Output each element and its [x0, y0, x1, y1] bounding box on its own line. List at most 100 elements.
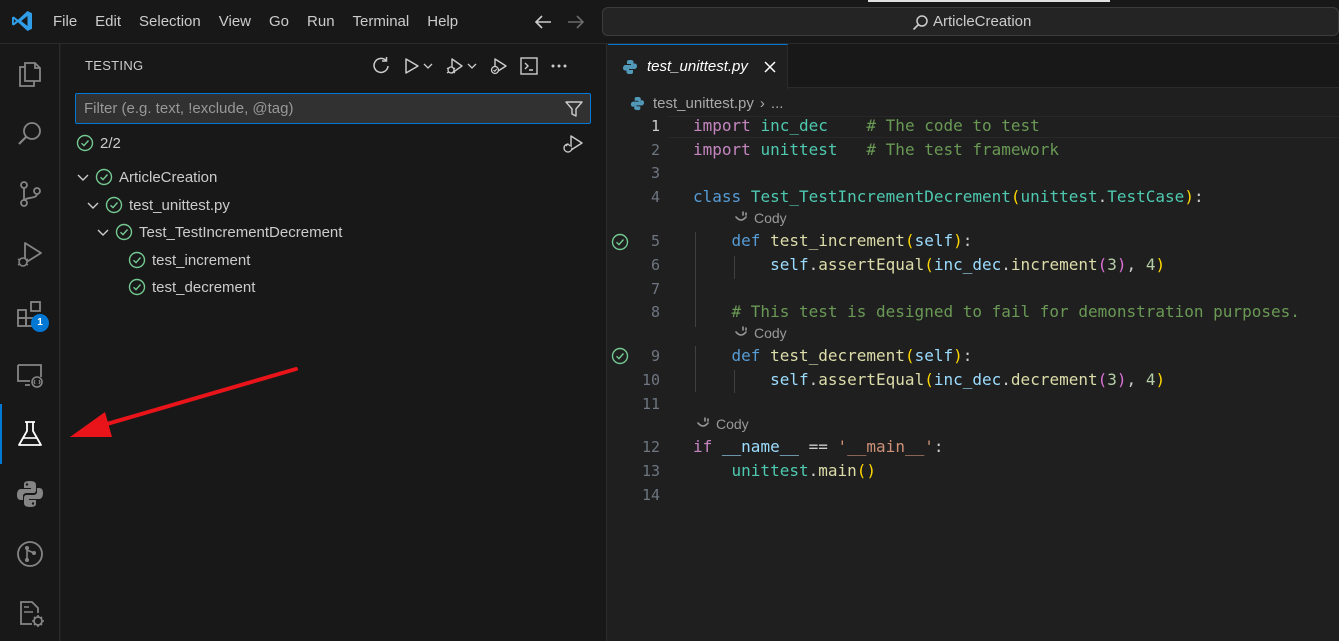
debug-run-icon [446, 58, 463, 74]
menu-help[interactable]: Help [418, 0, 467, 44]
code-token: inc_dec [933, 370, 1002, 389]
forward-arrow-icon[interactable] [564, 10, 588, 34]
source-control-button[interactable] [0, 164, 60, 224]
menu-edit[interactable]: Edit [86, 0, 130, 44]
codelens-label: Cody [716, 416, 749, 432]
cody-codelens[interactable]: Cody [733, 325, 787, 341]
code-line-8[interactable]: # This test is designed to fail for demo… [693, 302, 1300, 321]
settings-sync-button[interactable] [0, 584, 60, 641]
funnel-icon[interactable] [564, 99, 584, 119]
explorer-button[interactable] [0, 44, 60, 104]
annotation-arrow [70, 367, 298, 437]
chevron-down-icon[interactable] [85, 197, 101, 213]
code-bracket: ( [1097, 370, 1108, 389]
menu-run[interactable]: Run [298, 0, 344, 44]
code-bracket: ) [953, 231, 963, 250]
code-number: 3 [1107, 370, 1117, 389]
cody-icon [697, 417, 709, 427]
test-filter-input[interactable]: Filter (e.g. text, !exclude, @tag) [75, 93, 591, 124]
check-circle-icon [76, 134, 94, 152]
code-line-2[interactable]: import unittest # The test framework [693, 140, 1059, 159]
chevron-down-icon[interactable] [95, 224, 111, 240]
tab-test-unittest[interactable]: test_unittest.py [608, 44, 788, 89]
run-with-coverage-button[interactable] [487, 54, 511, 78]
code-line-12[interactable]: if __name__ == '__main__': [693, 437, 943, 456]
git-graph-button[interactable] [0, 524, 60, 584]
run-tests-button[interactable] [399, 54, 423, 78]
python-button[interactable] [0, 464, 60, 524]
cody-codelens[interactable]: Cody [733, 210, 787, 226]
tree-item-test-file[interactable]: test_unittest.py [85, 193, 230, 217]
menu-terminal[interactable]: Terminal [344, 0, 419, 44]
code-token: test_increment [770, 231, 905, 250]
menu-go[interactable]: Go [260, 0, 298, 44]
run-debug-button[interactable] [0, 224, 60, 284]
refresh-tests-button[interactable] [369, 54, 393, 78]
code-token: assertEqual [818, 370, 925, 389]
tree-item-test-class[interactable]: Test_TestIncrementDecrement [95, 220, 342, 244]
code-number: 4 [1145, 255, 1156, 274]
code-comment: # The test framework [866, 140, 1060, 159]
testing-sidebar: TESTING Filter (e.g. text, !exclude, @ta… [61, 44, 607, 641]
show-output-button[interactable] [517, 54, 541, 78]
test-count: 2/2 [100, 134, 121, 152]
code-token: unittest [731, 461, 809, 480]
menu-selection[interactable]: Selection [130, 0, 210, 44]
line-number: 6 [650, 256, 660, 274]
chevron-down-icon[interactable] [423, 61, 433, 71]
code-token: decrement [1010, 370, 1098, 389]
line-number: 13 [641, 462, 660, 480]
command-center-search[interactable]: ArticleCreation [602, 7, 1339, 36]
code-line-5[interactable]: def test_increment(self): [693, 231, 973, 250]
line-number: 12 [641, 438, 660, 456]
extensions-button[interactable]: 1 [0, 284, 60, 344]
line-number: 5 [650, 232, 660, 250]
search-icon [912, 15, 928, 31]
menu-bar: File Edit Selection View Go Run Terminal… [44, 0, 467, 44]
code-line-4[interactable]: class Test_TestIncrementDecrement(unitte… [693, 187, 1204, 206]
code-token: test_decrement [770, 346, 905, 365]
code-token: self [770, 255, 809, 274]
code-bracket: ( [924, 370, 934, 389]
code-token: TestCase [1107, 187, 1185, 206]
code-line-1[interactable]: import inc_dec # The code to test [693, 116, 1040, 135]
tab-label: test_unittest.py [647, 58, 748, 75]
search-view-button[interactable] [0, 104, 60, 164]
code-line-9[interactable]: def test_decrement(self): [693, 346, 973, 365]
code-line-6[interactable]: self.assertEqual(inc_dec.increment(3), 4… [693, 255, 1165, 274]
code-token: main [818, 461, 857, 480]
remote-explorer-button[interactable] [0, 344, 60, 404]
code-token: increment [1010, 255, 1098, 274]
more-actions-button[interactable] [547, 54, 571, 78]
menu-file[interactable]: File [44, 0, 86, 44]
code-token: inc_dec [933, 255, 1002, 274]
chevron-down-icon[interactable] [467, 61, 477, 71]
tree-item-label: ArticleCreation [119, 168, 218, 186]
code-number: 4 [1145, 370, 1156, 389]
menu-view[interactable]: View [210, 0, 260, 44]
close-icon[interactable] [761, 58, 779, 76]
chevron-down-icon[interactable] [75, 169, 91, 185]
testing-button[interactable] [0, 404, 60, 464]
codelens-label: Cody [754, 210, 787, 226]
debug-tests-button[interactable] [443, 54, 467, 78]
code-line-10[interactable]: self.assertEqual(inc_dec.decrement(3), 4… [693, 370, 1165, 389]
code-token: def [731, 346, 761, 365]
passed-icon [128, 278, 146, 296]
breadcrumb-more[interactable]: ... [771, 95, 784, 112]
tree-item-test-decrement[interactable]: test_decrement [128, 275, 255, 299]
cody-codelens[interactable]: Cody [695, 416, 749, 432]
search-highlight-bar [868, 0, 1110, 2]
code-bracket: ( [1010, 187, 1021, 206]
rerun-failed-icon[interactable] [563, 132, 585, 154]
ellipsis-icon [551, 64, 567, 68]
code-bracket: ) [1184, 187, 1194, 206]
editor-area: test_unittest.py test_unittest.py › ... … [608, 44, 1339, 641]
tree-item-articlecreation[interactable]: ArticleCreation [75, 165, 217, 189]
code-token: __name__ [721, 437, 799, 456]
code-bracket: ( [1097, 255, 1108, 274]
breadcrumb-file[interactable]: test_unittest.py [653, 95, 754, 112]
code-line-13[interactable]: unittest.main() [693, 461, 877, 480]
back-arrow-icon[interactable] [531, 10, 555, 34]
tree-item-test-increment[interactable]: test_increment [128, 248, 250, 272]
